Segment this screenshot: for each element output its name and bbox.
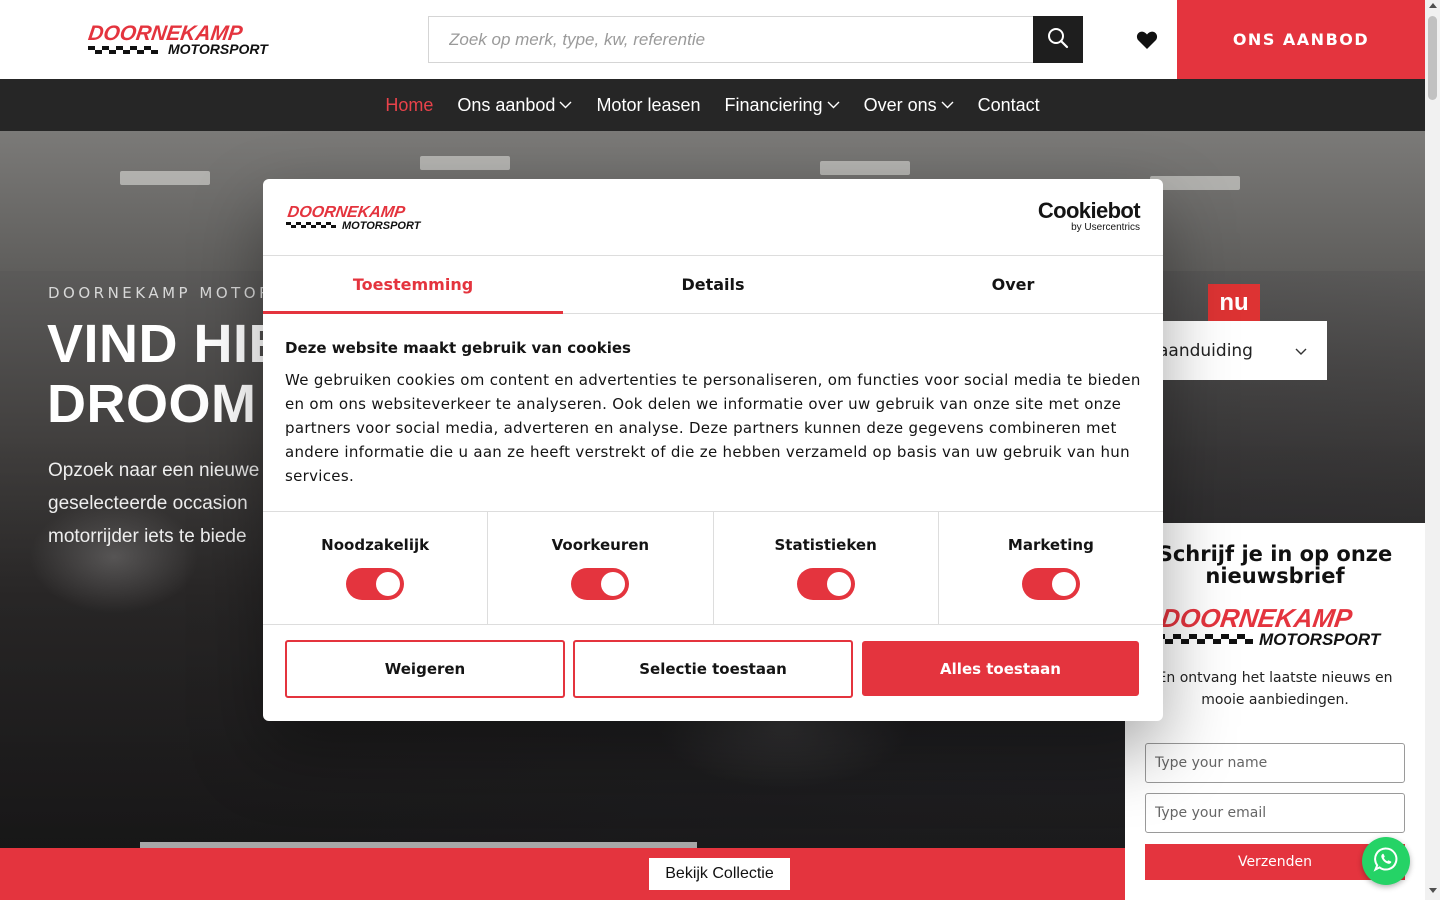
category-label: Noodzakelijk (321, 536, 430, 554)
bottom-red-strip (0, 848, 1125, 900)
newsletter-logo: DOORNEKAMP MOTORSPORT (1155, 603, 1407, 649)
category-marketing: Marketing (939, 512, 1163, 624)
nav-label: Financiering (724, 94, 823, 115)
ceiling-light (120, 171, 210, 185)
page-scrollbar[interactable] (1425, 0, 1440, 900)
logo-checker (1157, 634, 1253, 644)
newsletter-text: En ontvang het laatste nieuws en mooie a… (1157, 670, 1393, 708)
category-label: Voorkeuren (551, 536, 650, 554)
top-header: DOORNEKAMP MOTORSPORT O (0, 0, 1425, 79)
tab-over[interactable]: Over (863, 256, 1163, 313)
cookiebot-brand-sub: by Usercentrics (1071, 222, 1140, 233)
cookie-body: Deze website maakt gebruik van cookies W… (285, 339, 1141, 488)
bekijk-collectie-button[interactable]: Bekijk Collectie (649, 858, 790, 890)
nu-sign: nu (1208, 284, 1260, 322)
nav-label: Contact (977, 94, 1040, 115)
logo-checker (88, 46, 158, 54)
logo-text-bottom: MOTORSPORT (1259, 630, 1382, 647)
statistieken-toggle[interactable] (796, 568, 855, 600)
search-input[interactable] (429, 17, 1033, 62)
chevron-down-icon (827, 101, 840, 109)
toggle-knob (826, 572, 851, 596)
cookie-heading: Deze website maakt gebruik van cookies (285, 339, 631, 357)
nav-label: Home (385, 94, 434, 115)
main-nav: Home Ons aanbod Motor leasen Financierin… (0, 79, 1425, 131)
scroll-down-arrow-icon[interactable] (1429, 888, 1437, 893)
cookie-categories: Noodzakelijk Voorkeuren Statistieken Mar… (263, 511, 1163, 625)
select-value: aanduiding (1158, 340, 1253, 361)
ceiling-light (820, 161, 910, 175)
chevron-down-icon (941, 101, 954, 109)
newsletter-name-input[interactable] (1145, 743, 1405, 783)
nav-item-motor-leasen[interactable]: Motor leasen (596, 95, 700, 116)
favorites-heart-icon[interactable] (1134, 27, 1160, 53)
toggle-knob (1051, 572, 1076, 596)
nav-item-financiering[interactable]: Financiering (725, 95, 840, 116)
logo-text-top: DOORNEKAMP (286, 203, 406, 221)
selectie-toestaan-button[interactable]: Selectie toestaan (573, 640, 853, 698)
search-icon (1047, 27, 1069, 52)
chevron-down-icon (1295, 341, 1307, 361)
toggle-knob (601, 572, 626, 596)
logo-text-bottom: MOTORSPORT (342, 220, 422, 231)
hero-title-line: DROOM (47, 374, 257, 434)
nav-item-contact[interactable]: Contact (978, 95, 1040, 116)
cookie-tabs: Toestemming Details Over (263, 256, 1163, 314)
logo-checker (286, 222, 336, 228)
voorkeuren-toggle[interactable] (571, 568, 630, 600)
hero-title-line: VIND HIE (47, 314, 286, 374)
chevron-down-icon (559, 101, 572, 109)
category-voorkeuren: Voorkeuren (488, 512, 714, 624)
search-button[interactable] (1033, 16, 1083, 63)
search-bar (428, 16, 1083, 63)
hero-eyebrow: DOORNEKAMP MOTORSP (48, 284, 299, 302)
category-label: Statistieken (774, 536, 877, 554)
newsletter-title: Schrijf je in op onze nieuwsbrief (1157, 542, 1393, 588)
tab-details[interactable]: Details (563, 256, 863, 313)
tab-toestemming[interactable]: Toestemming (263, 256, 563, 314)
category-label: Marketing (1007, 536, 1094, 554)
cookie-site-logo: DOORNEKAMP MOTORSPORT (285, 203, 441, 232)
ons-aanbod-button[interactable]: ONS AANBOD (1177, 0, 1425, 79)
noodzakelijk-toggle[interactable] (346, 568, 405, 600)
cookie-consent-dialog: DOORNEKAMP MOTORSPORT Cookiebot by Userc… (263, 179, 1163, 721)
weigeren-button[interactable]: Weigeren (285, 640, 565, 698)
scroll-up-arrow-icon[interactable] (1429, 3, 1437, 8)
cookie-description: We gebruiken cookies om content en adver… (285, 371, 1141, 485)
whatsapp-icon (1373, 846, 1399, 876)
category-noodzakelijk: Noodzakelijk (263, 512, 489, 624)
site-logo[interactable]: DOORNEKAMP MOTORSPORT (86, 22, 290, 58)
nav-label: Motor leasen (596, 94, 701, 115)
nav-item-home[interactable]: Home (385, 95, 433, 116)
nav-item-over-ons[interactable]: Over ons (864, 95, 954, 116)
nav-label: Over ons (863, 94, 937, 115)
ceiling-light (420, 156, 510, 170)
cookie-header: DOORNEKAMP MOTORSPORT Cookiebot by Userc… (263, 179, 1163, 256)
alles-toestaan-button[interactable]: Alles toestaan (862, 641, 1139, 696)
cookiebot-brand[interactable]: Cookiebot by Usercentrics (1037, 198, 1141, 234)
nav-item-ons-aanbod[interactable]: Ons aanbod (457, 95, 572, 116)
page: DOORNEKAMP MOTORSPORT O (0, 0, 1440, 900)
whatsapp-button[interactable] (1362, 837, 1410, 885)
ceiling-light (1150, 176, 1240, 190)
toggle-knob (376, 572, 401, 596)
logo-text-bottom: MOTORSPORT (168, 41, 269, 57)
marketing-toggle[interactable] (1021, 568, 1080, 600)
newsletter-email-input[interactable] (1145, 793, 1405, 833)
scrollbar-thumb[interactable] (1428, 16, 1437, 100)
hero-title: VIND HIE DROOM (47, 314, 285, 434)
cookiebot-brand-name: Cookiebot (1037, 198, 1141, 223)
category-statistieken: Statistieken (714, 512, 939, 624)
nav-label: Ons aanbod (457, 94, 556, 115)
